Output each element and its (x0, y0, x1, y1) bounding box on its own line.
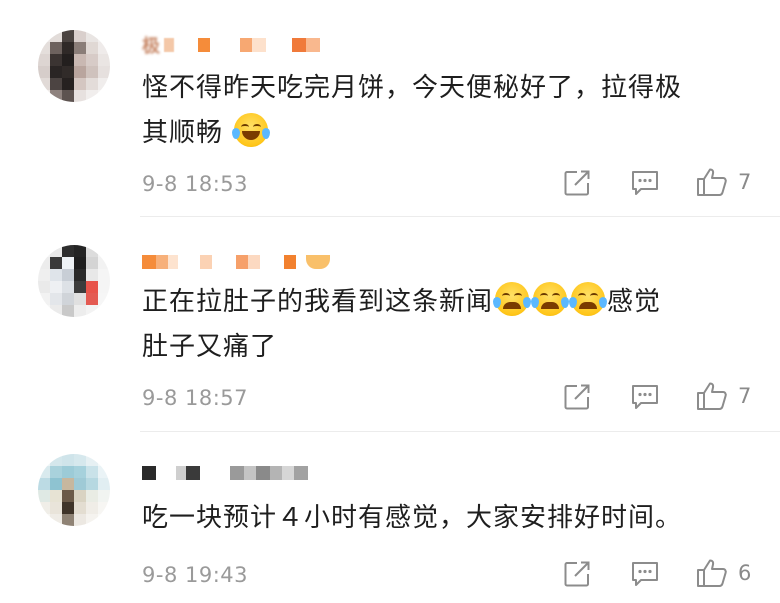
like-icon (697, 559, 727, 587)
comment-text: 正在拉肚子的我看到这条新闻 感觉 肚子又痛了 (142, 280, 752, 370)
timestamp: 9-8 18:57 (142, 386, 248, 410)
share-button[interactable] (563, 560, 591, 588)
comment-text: 吃一块预计４小时有感觉，大家安排好时间。 (142, 496, 752, 541)
comment-text: 怪不得昨天吃完月饼，今天便秘好了，拉得极 其顺畅 (142, 66, 752, 156)
comment-text-line: 正在拉肚子的我看到这条新闻 (142, 287, 494, 317)
username-masked[interactable] (142, 251, 330, 273)
avatar[interactable] (38, 30, 110, 102)
timestamp: 9-8 19:43 (142, 563, 248, 587)
comment-button[interactable] (630, 169, 660, 197)
like-count: 7 (738, 384, 752, 408)
comment-text-line-tail: 感觉 (607, 287, 662, 317)
comment-icon (632, 562, 658, 586)
username-masked[interactable]: 极 (142, 34, 320, 57)
username-masked[interactable] (142, 462, 308, 484)
share-icon (564, 561, 590, 587)
laugh-tears-emoji (232, 113, 271, 147)
comment-button[interactable] (630, 383, 660, 411)
comment-text-line: 肚子又痛了 (142, 332, 278, 362)
like-button[interactable]: 7 (696, 167, 751, 197)
comment-item: 吃一块预计４小时有感觉，大家安排好时间。 9-8 19:43 6 (0, 432, 780, 603)
like-icon (697, 168, 727, 196)
comment-item: 极 怪不得昨天吃完月饼，今天便秘好了，拉得极 其顺畅 9-8 18:53 7 (0, 0, 780, 216)
like-icon (697, 382, 727, 410)
username-fragment: 极 (142, 36, 160, 57)
share-icon (564, 170, 590, 196)
share-button[interactable] (563, 169, 591, 197)
share-icon (564, 384, 590, 410)
like-button[interactable]: 7 (696, 381, 751, 411)
comment-icon (632, 385, 658, 409)
comment-icon (632, 171, 658, 195)
comment-text-line: 吃一块预计４小时有感觉，大家安排好时间。 (142, 503, 683, 533)
like-count: 7 (738, 170, 752, 194)
comment-text-line: 怪不得昨天吃完月饼，今天便秘好了，拉得极 (142, 73, 683, 103)
avatar[interactable] (38, 454, 110, 526)
like-button[interactable]: 6 (696, 558, 751, 588)
comment-button[interactable] (630, 560, 660, 588)
comment-item: 正在拉肚子的我看到这条新闻 感觉 肚子又痛了 9-8 18:57 7 (0, 217, 780, 431)
avatar[interactable] (38, 245, 110, 317)
crying-emoji (569, 282, 608, 316)
share-button[interactable] (563, 383, 591, 411)
timestamp: 9-8 18:53 (142, 172, 248, 196)
comment-feed: 极 怪不得昨天吃完月饼，今天便秘好了，拉得极 其顺畅 9-8 18:53 7 正… (0, 0, 780, 603)
comment-text-line: 其顺畅 (142, 118, 224, 148)
like-count: 6 (738, 561, 752, 585)
crying-emoji (531, 282, 570, 316)
crying-emoji (493, 282, 532, 316)
